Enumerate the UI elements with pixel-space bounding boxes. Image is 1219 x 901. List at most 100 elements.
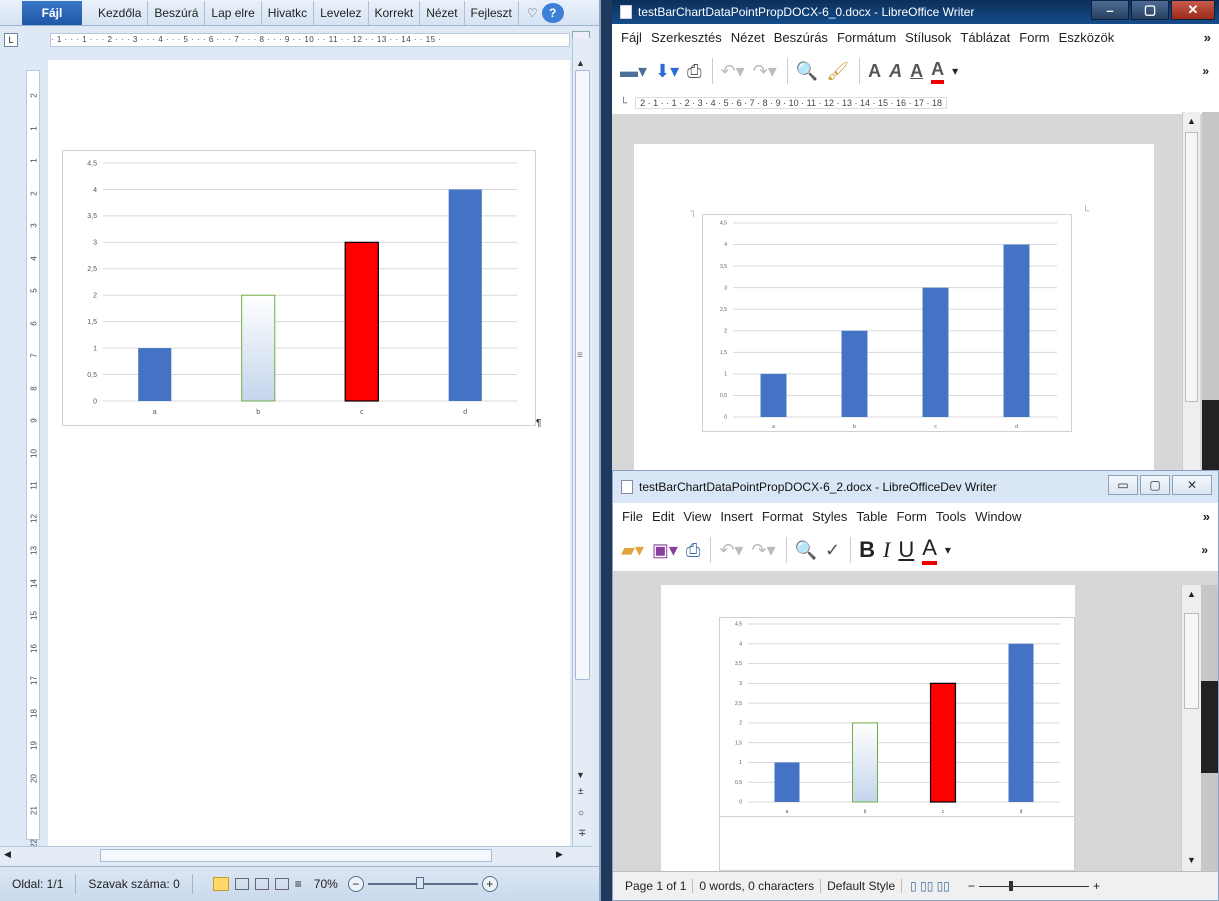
italic-icon[interactable]: I xyxy=(883,537,890,563)
vertical-scrollbar[interactable]: ▲ ≡ ▼ ± ○ ∓ xyxy=(572,38,592,846)
tab-stop-icon[interactable]: └ xyxy=(620,98,627,109)
menu-item[interactable]: Form xyxy=(1019,30,1049,45)
browse-object-icon[interactable]: ○ xyxy=(578,808,584,819)
open-icon[interactable]: ▬▾ xyxy=(620,61,647,82)
maximize-button[interactable]: ▢ xyxy=(1131,0,1169,20)
zoom-slider[interactable] xyxy=(367,877,478,889)
menu-item[interactable]: Table xyxy=(856,509,887,524)
clone-formatting-icon[interactable]: ✓ xyxy=(825,540,840,561)
word-count[interactable]: 0 words, 0 characters xyxy=(693,879,822,893)
tab-mailings[interactable]: Levelez xyxy=(314,0,369,25)
menu-item[interactable]: Styles xyxy=(812,509,847,524)
menu-overflow-icon[interactable]: » xyxy=(1204,30,1211,45)
menu-item[interactable]: Szerkesztés xyxy=(651,30,722,45)
scroll-thumb[interactable] xyxy=(575,70,590,680)
tab-references[interactable]: Hivatkc xyxy=(262,0,315,25)
web-layout-icon[interactable] xyxy=(254,878,269,890)
full-screen-reading-icon[interactable] xyxy=(234,878,249,890)
view-layout-icons[interactable]: ▯ ▯▯ ▯▯ xyxy=(902,879,958,893)
scroll-up-icon[interactable]: ▲ xyxy=(1183,116,1200,126)
underline-icon[interactable]: U xyxy=(898,537,914,563)
menu-item[interactable]: Tools xyxy=(936,509,966,524)
sidebar-handle[interactable] xyxy=(1201,681,1218,773)
menu-overflow-icon[interactable]: » xyxy=(1203,509,1210,524)
document-page[interactable]: ┐ └ 0 0,5 1 1,5 2 2,5 3 3,5 4 4,5 a b c d xyxy=(634,144,1154,470)
print-icon[interactable]: ⎙ xyxy=(687,61,701,82)
tab-view[interactable]: Nézet xyxy=(420,0,465,25)
menu-item[interactable]: Format xyxy=(762,509,803,524)
vertical-scrollbar[interactable]: ▲ ▼ xyxy=(1181,585,1201,871)
menu-item[interactable]: File xyxy=(622,509,643,524)
print-layout-icon[interactable] xyxy=(212,877,229,891)
find-replace-icon[interactable]: 🔍 xyxy=(796,61,818,82)
font-color-icon[interactable]: A xyxy=(922,535,937,565)
chart-frame[interactable]: 0 0,5 1 1,5 2 2,5 3 3,5 4 4,5 a b c d xyxy=(62,150,536,426)
tab-review[interactable]: Korrekt xyxy=(369,0,421,25)
word-count[interactable]: Szavak száma: 0 xyxy=(76,874,193,894)
chart-frame[interactable]: 0 0,5 1 1,5 2 2,5 3 3,5 4 4,5 a b c d xyxy=(702,214,1072,432)
tab-home[interactable]: Kezdőla xyxy=(92,0,149,25)
find-replace-icon[interactable]: 🔍 xyxy=(795,540,817,561)
text-area[interactable] xyxy=(719,817,1075,871)
minimize-button[interactable]: ▭ xyxy=(1108,475,1138,495)
save-icon[interactable]: ⬇▾ xyxy=(655,61,679,82)
file-tab[interactable]: Fájl xyxy=(22,0,82,25)
menu-item[interactable]: Nézet xyxy=(731,30,765,45)
h-scroll-thumb[interactable] xyxy=(100,849,492,862)
scroll-down-icon[interactable]: ▼ xyxy=(1182,855,1201,865)
scroll-thumb[interactable] xyxy=(1184,613,1199,709)
toolbar-overflow-icon[interactable]: » xyxy=(1201,543,1208,557)
toolbar-overflow-icon[interactable]: » xyxy=(1202,64,1209,78)
menu-item[interactable]: Formátum xyxy=(837,30,896,45)
menu-item[interactable]: Fájl xyxy=(621,30,642,45)
zoom-slider-thumb[interactable] xyxy=(415,877,424,889)
italic-icon[interactable]: A xyxy=(889,61,902,82)
page-indicator[interactable]: Page 1 of 1 xyxy=(613,879,694,893)
menu-item[interactable]: Eszközök xyxy=(1059,30,1115,45)
close-button[interactable]: ✕ xyxy=(1171,0,1215,20)
draft-icon[interactable]: ≡ xyxy=(295,877,302,891)
scroll-up-icon[interactable]: ▲ xyxy=(1182,589,1201,599)
page-style[interactable]: Default Style xyxy=(821,879,903,893)
zoom-level[interactable]: 70% xyxy=(314,877,338,891)
clone-formatting-icon[interactable]: 🖌 xyxy=(826,61,849,82)
bold-icon[interactable]: B xyxy=(859,537,875,563)
scroll-thumb[interactable] xyxy=(1185,132,1198,402)
zoom-slider-thumb[interactable] xyxy=(1008,880,1013,891)
tab-insert[interactable]: Beszúrá xyxy=(148,0,206,25)
zoom-out-icon[interactable]: − xyxy=(968,879,975,893)
menu-item[interactable]: View xyxy=(683,509,711,524)
menu-item[interactable]: Edit xyxy=(652,509,674,524)
scroll-left-icon[interactable]: ◀ xyxy=(4,849,11,860)
open-icon[interactable]: ▰▾ xyxy=(621,540,644,561)
menu-item[interactable]: Insert xyxy=(720,509,753,524)
minimize-button[interactable]: – xyxy=(1091,0,1129,20)
scroll-right-icon[interactable]: ▶ xyxy=(556,849,563,860)
page-indicator[interactable]: Oldal: 1/1 xyxy=(0,874,77,894)
zoom-out-icon[interactable]: − xyxy=(347,876,364,892)
prev-page-icon[interactable]: ± xyxy=(578,786,584,797)
font-color-icon[interactable]: A xyxy=(931,59,945,84)
undo-icon[interactable]: ↶▾ xyxy=(719,540,743,561)
underline-icon[interactable]: A xyxy=(910,61,923,82)
font-color-dropdown-icon[interactable]: ▾ xyxy=(945,543,951,557)
close-button[interactable]: ✕ xyxy=(1172,475,1212,495)
menu-item[interactable]: Táblázat xyxy=(960,30,1010,45)
restore-button[interactable]: ▢ xyxy=(1140,475,1170,495)
next-page-icon[interactable]: ∓ xyxy=(578,828,586,839)
help-icon[interactable]: ? xyxy=(541,2,564,23)
chart-frame[interactable]: 0 0,5 1 1,5 2 2,5 3 3,5 4 4,5 a b c d xyxy=(719,617,1075,817)
tab-page-layout[interactable]: Lap elre xyxy=(205,0,262,25)
scroll-up-icon[interactable]: ▲ xyxy=(576,58,585,68)
ribbon-expand-icon[interactable]: ♡ xyxy=(527,6,538,20)
save-icon[interactable]: ▣▾ xyxy=(652,540,678,561)
undo-icon[interactable]: ↶▾ xyxy=(721,61,745,82)
menu-item[interactable]: Window xyxy=(975,509,1021,524)
menu-item[interactable]: Form xyxy=(896,509,926,524)
font-color-dropdown-icon[interactable]: ▾ xyxy=(952,64,958,78)
vertical-scrollbar[interactable]: ▲ xyxy=(1182,112,1200,470)
redo-icon[interactable]: ↷▾ xyxy=(751,540,775,561)
zoom-in-icon[interactable]: + xyxy=(1093,879,1100,893)
redo-icon[interactable]: ↷▾ xyxy=(753,61,777,82)
outline-icon[interactable] xyxy=(274,878,289,890)
